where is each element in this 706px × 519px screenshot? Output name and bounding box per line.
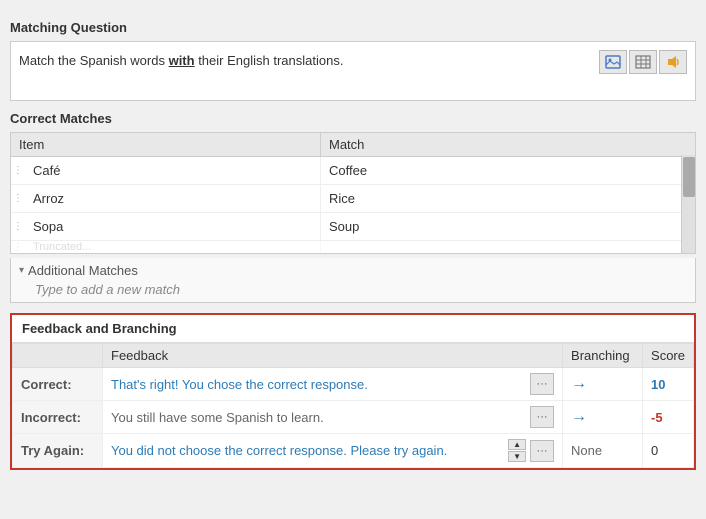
table-icon-button[interactable] — [629, 50, 657, 74]
feedback-row-try-again: Try Again: You did not choose the correc… — [13, 434, 694, 468]
incorrect-branching-arrow[interactable]: → — [571, 408, 587, 425]
question-text: Match the Spanish words with their Engli… — [19, 52, 687, 70]
try-again-branching-value[interactable]: None — [571, 443, 602, 458]
table-row: ⋮ Café Coffee × — [11, 157, 695, 185]
correct-label: Correct: — [13, 368, 103, 401]
additional-matches-header: ▾ Additional Matches — [19, 263, 687, 278]
try-again-updown-button[interactable]: ▲ ▼ — [508, 439, 526, 462]
chevron-icon[interactable]: ▾ — [19, 265, 24, 276]
item-cell-partial: Truncated... — [25, 241, 321, 253]
incorrect-branching-cell: → — [563, 401, 643, 434]
incorrect-label: Incorrect: — [13, 401, 103, 434]
drag-handle[interactable]: ⋮ — [11, 187, 25, 210]
question-box: Match the Spanish words with their Engli… — [10, 41, 696, 101]
item-cell: Arroz — [25, 185, 321, 212]
try-again-feedback-cell: You did not choose the correct response.… — [103, 434, 563, 468]
try-again-label: Try Again: — [13, 434, 103, 468]
correct-branching-arrow[interactable]: → — [571, 375, 587, 392]
feedback-branching-section: Feedback and Branching Feedback Branchin… — [10, 313, 696, 470]
additional-matches-label: Additional Matches — [28, 263, 138, 278]
scrollbar-thumb[interactable] — [683, 157, 695, 197]
try-again-score-cell: 0 — [643, 434, 694, 468]
correct-score-value[interactable]: 10 — [651, 377, 665, 392]
item-column-header: Item — [11, 133, 321, 156]
down-arrow[interactable]: ▼ — [508, 451, 526, 462]
matching-question-title: Matching Question — [10, 20, 696, 35]
drag-handle: ⋮ — [11, 241, 25, 253]
item-cell: Sopa — [25, 213, 321, 240]
image-icon-button[interactable] — [599, 50, 627, 74]
match-cell-partial — [321, 241, 695, 253]
match-cell: Soup — [321, 213, 673, 240]
incorrect-score-value[interactable]: -5 — [651, 410, 663, 425]
up-arrow[interactable]: ▲ — [508, 439, 526, 450]
score-column-header: Score — [643, 344, 694, 368]
incorrect-feedback-options-button[interactable]: ··· — [530, 406, 554, 428]
feedback-table: Feedback Branching Score Correct: That's… — [12, 343, 694, 468]
branching-column-header: Branching — [563, 344, 643, 368]
main-container: Matching Question Match the Spanish word… — [10, 10, 696, 470]
question-text-bold: with — [169, 53, 195, 68]
match-cell: Coffee — [321, 157, 673, 184]
matches-header: Item Match — [11, 133, 695, 157]
match-column-header: Match — [321, 133, 695, 156]
add-match-hint[interactable]: Type to add a new match — [19, 282, 687, 297]
feedback-table-header: Feedback Branching Score — [13, 344, 694, 368]
matches-scroll[interactable]: ⋮ Café Coffee × ⋮ Arroz Rice × ⋮ Sopa So… — [11, 157, 695, 253]
correct-feedback-cell: That's right! You chose the correct resp… — [103, 368, 563, 401]
matches-wrapper: Item Match ⋮ Café Coffee × ⋮ Arroz Rice … — [10, 132, 696, 254]
correct-score-cell: 10 — [643, 368, 694, 401]
try-again-score-value[interactable]: 0 — [651, 443, 658, 458]
correct-matches-title: Correct Matches — [10, 111, 696, 126]
item-cell: Café — [25, 157, 321, 184]
drag-handle[interactable]: ⋮ — [11, 215, 25, 238]
question-text-post: their English translations. — [195, 53, 344, 68]
additional-matches-section: ▾ Additional Matches Type to add a new m… — [10, 258, 696, 303]
correct-matches-section: Correct Matches Item Match ⋮ Café Coffee… — [10, 111, 696, 254]
try-again-feedback-input-area: You did not choose the correct response.… — [111, 439, 554, 462]
correct-feedback-options-button[interactable]: ··· — [530, 373, 554, 395]
icon-toolbar — [599, 50, 687, 74]
feedback-row-incorrect: Incorrect: You still have some Spanish t… — [13, 401, 694, 434]
feedback-row-correct: Correct: That's right! You chose the cor… — [13, 368, 694, 401]
incorrect-feedback-input-area: You still have some Spanish to learn. ··… — [111, 406, 554, 428]
feedback-column-header: Feedback — [103, 344, 563, 368]
match-cell: Rice — [321, 185, 673, 212]
incorrect-feedback-cell: You still have some Spanish to learn. ··… — [103, 401, 563, 434]
try-again-feedback-text[interactable]: You did not choose the correct response.… — [111, 443, 504, 458]
question-text-pre: Match the Spanish words — [19, 53, 169, 68]
scrollbar-track[interactable] — [681, 155, 695, 253]
incorrect-score-cell: -5 — [643, 401, 694, 434]
correct-feedback-input-area: That's right! You chose the correct resp… — [111, 373, 554, 395]
correct-feedback-text[interactable]: That's right! You chose the correct resp… — [111, 377, 526, 392]
table-row-partial: ⋮ Truncated... — [11, 241, 695, 253]
incorrect-feedback-text[interactable]: You still have some Spanish to learn. — [111, 410, 526, 425]
try-again-options-button[interactable]: ··· — [530, 440, 554, 462]
table-row: ⋮ Arroz Rice × — [11, 185, 695, 213]
audio-icon-button[interactable] — [659, 50, 687, 74]
drag-handle[interactable]: ⋮ — [11, 159, 25, 182]
correct-branching-cell: → — [563, 368, 643, 401]
feedback-branching-title: Feedback and Branching — [12, 315, 694, 343]
empty-header — [13, 344, 103, 368]
table-row: ⋮ Sopa Soup × — [11, 213, 695, 241]
try-again-branching-cell: None — [563, 434, 643, 468]
